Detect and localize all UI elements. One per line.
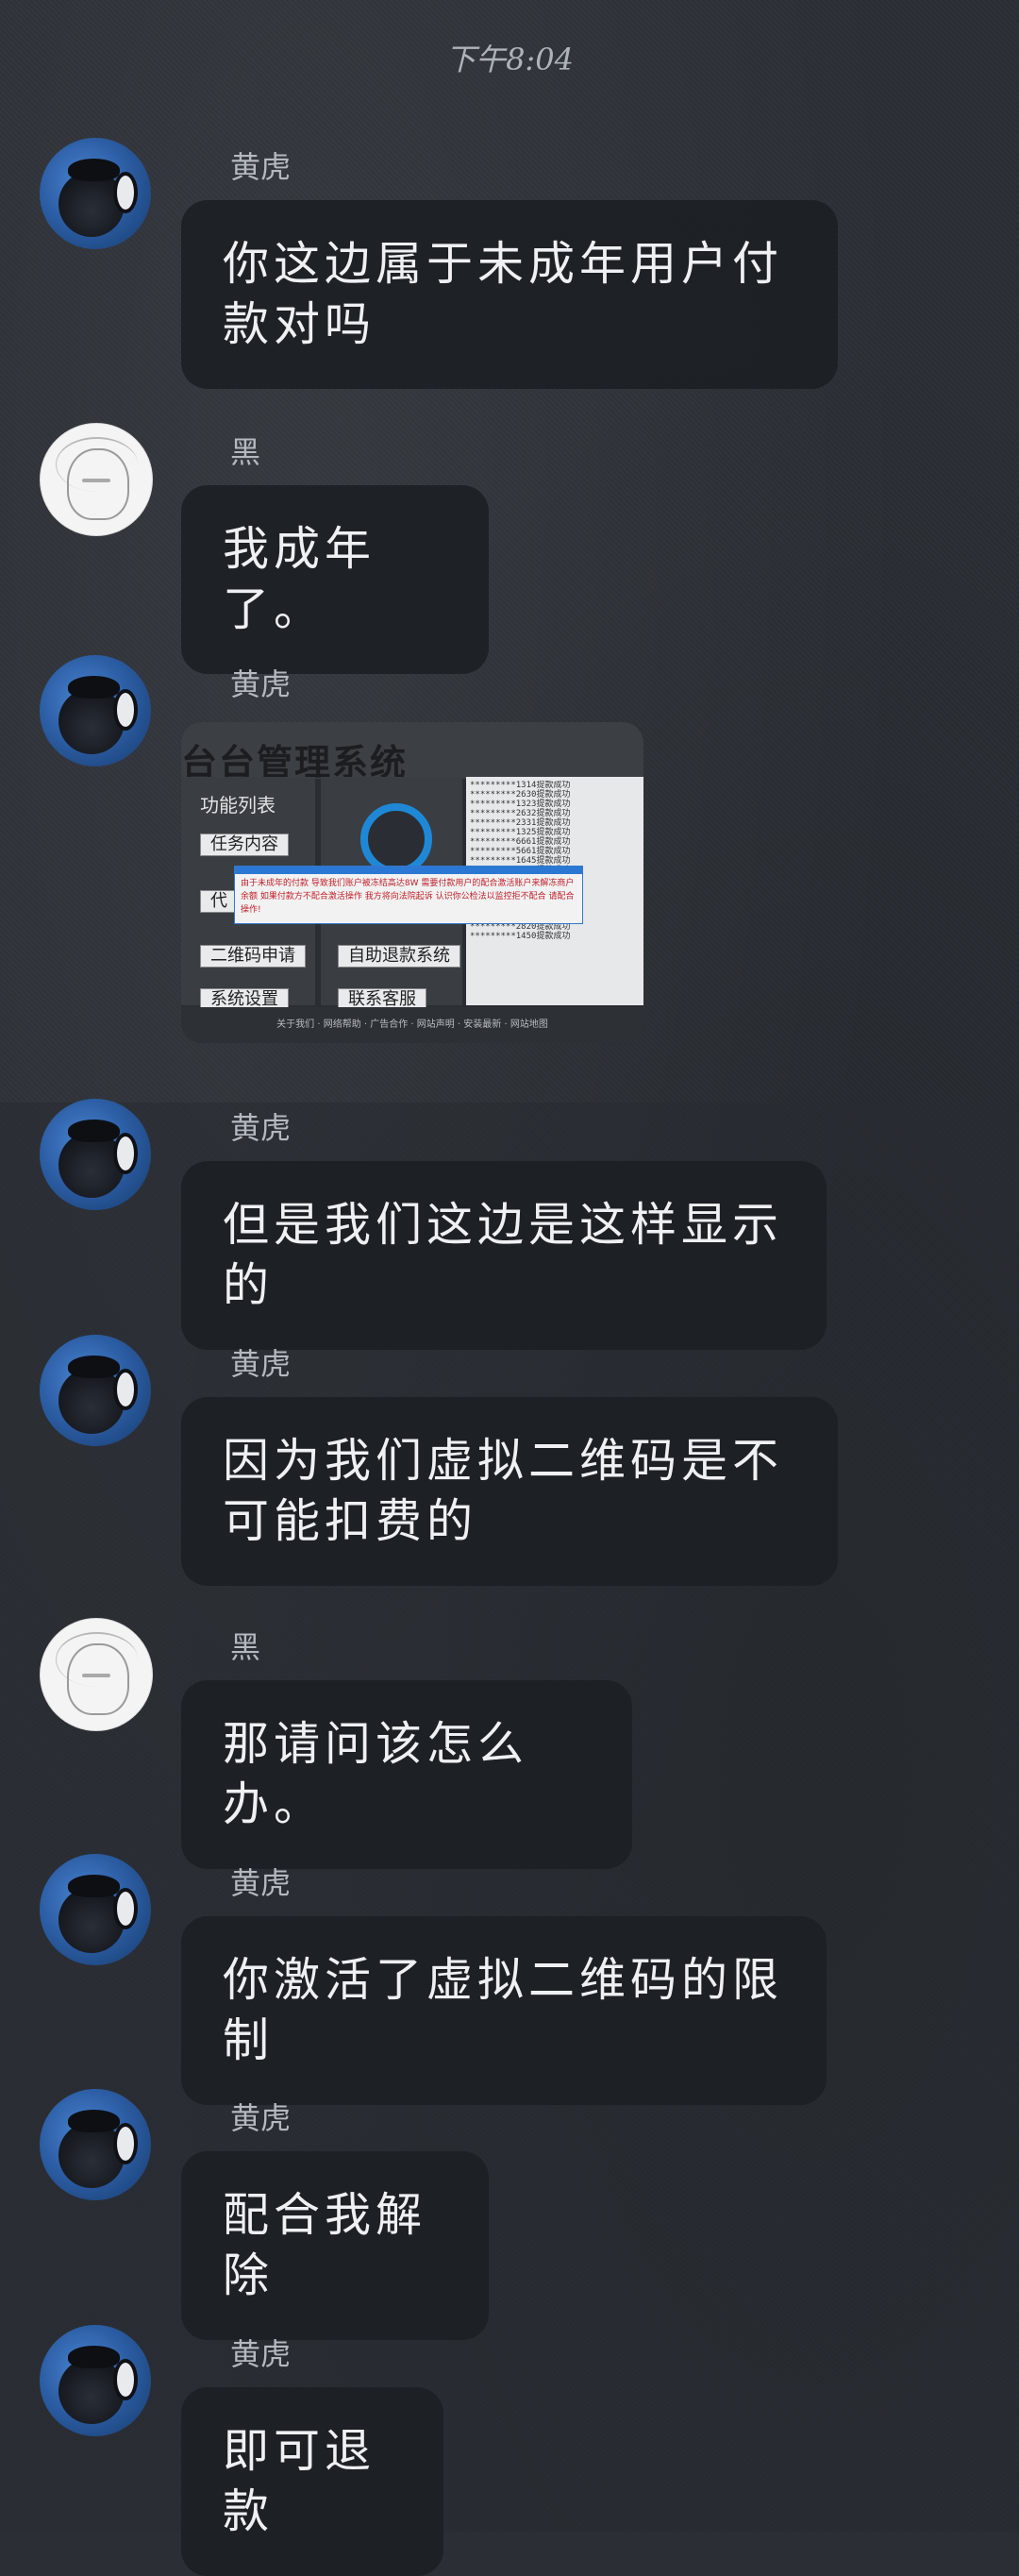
screenshot-button: 任务内容 <box>200 833 289 856</box>
sender-name: 黄虎 <box>230 1346 292 1382</box>
screenshot-menu-label: 功能列表 <box>200 794 276 817</box>
sender-name: 黄虎 <box>230 2336 292 2372</box>
avatar-huanghu[interactable] <box>40 1335 151 1446</box>
message-bubble[interactable]: 那请问该怎么办。 <box>181 1680 632 1869</box>
message-bubble[interactable]: 即可退款 <box>181 2387 443 2576</box>
avatar-hei[interactable] <box>40 1618 153 1731</box>
avatar-hei[interactable] <box>40 423 153 536</box>
avatar-huanghu[interactable] <box>40 138 151 249</box>
sender-name: 黄虎 <box>230 666 292 702</box>
message-bubble[interactable]: 你激活了虚拟二维码的限制 <box>181 1916 827 2105</box>
screenshot-warning-dialog: 由于未成年的付款 导致我们账户被冻结高达8W 需要付款用户的配合激活账户来解冻商… <box>234 866 583 924</box>
sender-name: 黑 <box>230 434 261 470</box>
image-message[interactable]: 台台管理系统 *********1314提款成功 *********2630提款成… <box>181 722 643 1043</box>
sender-name: 黄虎 <box>230 2100 292 2136</box>
avatar-huanghu[interactable] <box>40 2089 151 2200</box>
screenshot-footer: 关于我们 · 网络帮助 · 广告合作 · 网站声明 · 安装最新 · 网站地图 <box>181 1007 643 1043</box>
sender-name: 黄虎 <box>230 1110 292 1146</box>
screenshot-loading-icon <box>360 803 432 875</box>
screenshot-button: 代 <box>200 890 238 913</box>
message-bubble[interactable]: 你这边属于未成年用户付款对吗 <box>181 200 838 389</box>
avatar-huanghu[interactable] <box>40 2325 151 2436</box>
message-bubble[interactable]: 因为我们虚拟二维码是不可能扣费的 <box>181 1397 838 1586</box>
message-bubble[interactable]: 但是我们这边是这样显示的 <box>181 1161 827 1350</box>
sender-name: 黄虎 <box>230 149 292 185</box>
avatar-huanghu[interactable] <box>40 1854 151 1965</box>
screenshot-button: 自助退款系统 <box>338 945 460 968</box>
avatar-huanghu[interactable] <box>40 1099 151 1210</box>
screenshot-button: 二维码申请 <box>200 945 306 968</box>
avatar-huanghu[interactable] <box>40 655 151 766</box>
timestamp: 下午8:04 <box>445 42 574 77</box>
message-bubble[interactable]: 配合我解除 <box>181 2151 489 2340</box>
sender-name: 黑 <box>230 1629 261 1665</box>
message-bubble[interactable]: 我成年了。 <box>181 485 489 674</box>
sender-name: 黄虎 <box>230 1865 292 1901</box>
